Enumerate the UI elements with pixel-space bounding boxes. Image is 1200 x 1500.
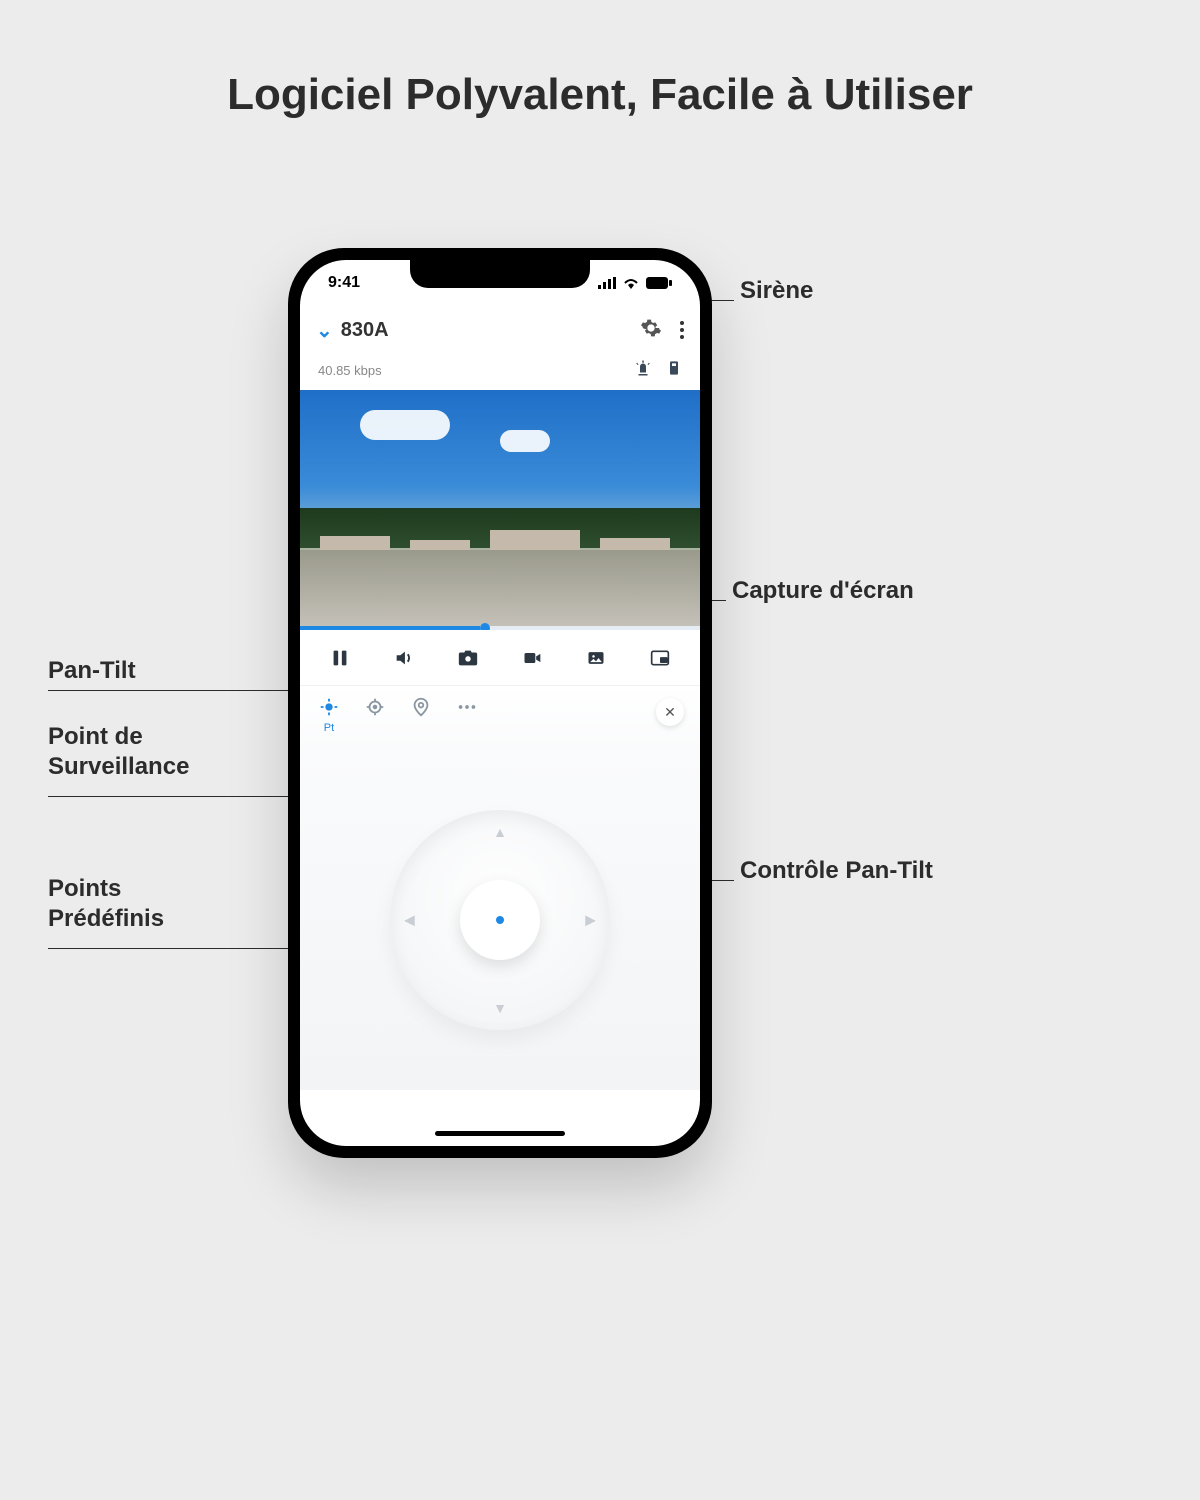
siren-icon[interactable] (634, 359, 652, 382)
ptz-joystick-knob[interactable] (460, 880, 540, 960)
screenshot-button[interactable] (448, 638, 488, 678)
callout-screenshot: Capture d'écran (732, 576, 914, 606)
ground (300, 550, 700, 630)
speaker-button[interactable] (384, 638, 424, 678)
bitrate-label: 40.85 kbps (318, 363, 382, 378)
ptz-tab-pan-tilt[interactable]: Pt (318, 696, 340, 734)
pip-button[interactable] (640, 638, 680, 678)
ptz-tab-more[interactable] (456, 696, 478, 718)
settings-icon[interactable] (640, 317, 662, 344)
cloud-shape (360, 410, 450, 440)
phone-frame: 9:41 ⌄ 830A (288, 248, 712, 1158)
gallery-button[interactable] (576, 638, 616, 678)
ptz-tab-monitor-point[interactable] (364, 696, 386, 718)
ptz-tabs: Pt ✕ (300, 686, 700, 750)
status-time: 9:41 (328, 274, 360, 292)
battery-icon (646, 277, 672, 289)
chevron-down-icon[interactable]: ⌄ (316, 318, 333, 343)
callout-pan-tilt: Pan-Tilt (48, 656, 136, 686)
video-progress[interactable] (300, 626, 700, 630)
phone-screen: 9:41 ⌄ 830A (300, 260, 700, 1146)
toolbar (300, 630, 700, 686)
arrow-right-icon: ▶ (585, 912, 596, 929)
cloud-shape (500, 430, 550, 452)
app-bar: ⌄ 830A (300, 306, 700, 354)
arrow-up-icon: ▲ (493, 824, 507, 840)
callout-ptz-control: Contrôle Pan-Tilt (740, 856, 933, 886)
device-icon[interactable] (666, 359, 682, 382)
wifi-icon (622, 277, 640, 289)
record-button[interactable] (512, 638, 552, 678)
ptz-joystick-ring[interactable]: ▲ ▼ ◀ ▶ (390, 810, 610, 1030)
more-icon[interactable] (680, 321, 684, 339)
callout-preset-points: Points Prédéfinis (48, 874, 164, 934)
ptz-tab-label: Pt (324, 722, 334, 734)
ptz-control-area: ▲ ▼ ◀ ▶ (300, 750, 700, 1090)
callout-monitor-point: Point de Surveillance (48, 722, 189, 782)
arrow-left-icon: ◀ (404, 912, 415, 929)
home-indicator (435, 1131, 565, 1136)
video-preview[interactable] (300, 390, 700, 630)
phone-notch (410, 260, 590, 288)
callout-siren: Sirène (740, 276, 813, 306)
close-panel-button[interactable]: ✕ (656, 698, 684, 726)
cellular-icon (598, 277, 616, 289)
arrow-down-icon: ▼ (493, 1000, 507, 1016)
ptz-tab-preset-points[interactable] (410, 696, 432, 718)
pause-button[interactable] (320, 638, 360, 678)
camera-name[interactable]: 830A (341, 319, 389, 342)
leader-line (48, 690, 320, 691)
sub-bar: 40.85 kbps (300, 354, 700, 390)
